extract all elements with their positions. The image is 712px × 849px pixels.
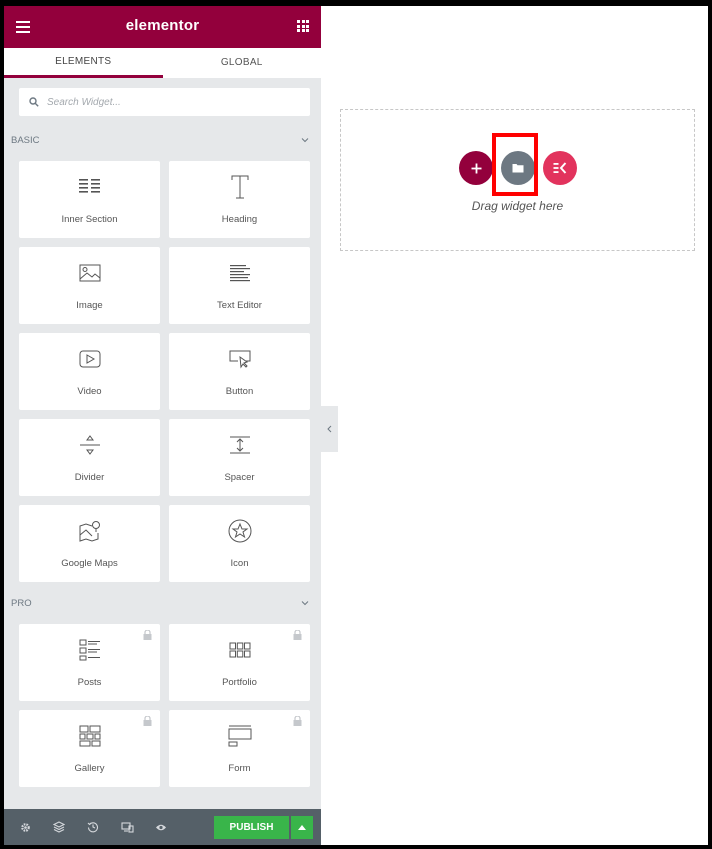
category-pro-header[interactable]: PRO <box>4 589 321 617</box>
widget-image[interactable]: Image <box>19 247 160 324</box>
widget-posts[interactable]: Posts <box>19 624 160 701</box>
widget-label: Form <box>228 763 251 774</box>
plus-icon <box>471 163 481 173</box>
widget-google-maps[interactable]: Google Maps <box>19 505 160 582</box>
elementskit-button[interactable] <box>543 151 577 185</box>
search-box <box>19 88 310 116</box>
star-icon <box>228 519 251 543</box>
basic-widgets-grid: Inner Section Heading Image Text Editor … <box>4 154 321 589</box>
widget-icon[interactable]: Icon <box>169 505 310 582</box>
widget-label: Spacer <box>224 472 255 483</box>
inner-section-icon <box>78 179 100 193</box>
elements-panel: elementor ELEMENTS GLOBAL BASIC Inner Se… <box>4 6 321 845</box>
button-icon <box>229 350 250 369</box>
highlight-annotation-box <box>492 133 538 196</box>
widget-text-editor[interactable]: Text Editor <box>169 247 310 324</box>
widget-form[interactable]: Form <box>169 710 310 787</box>
form-icon <box>228 725 251 747</box>
widget-gallery[interactable]: Gallery <box>19 710 160 787</box>
widget-label: Image <box>76 300 103 311</box>
pro-widgets-grid: Posts Portfolio Gallery Form <box>4 617 321 794</box>
search-input[interactable] <box>45 95 269 109</box>
widget-label: Google Maps <box>61 558 118 569</box>
preview-eye-icon[interactable] <box>148 809 174 845</box>
history-icon[interactable] <box>80 809 106 845</box>
brand-logo: elementor <box>125 17 200 34</box>
empty-section-dropzone[interactable]: Drag widget here <box>340 109 695 251</box>
widget-label: Button <box>225 386 254 397</box>
panel-header: elementor <box>4 6 321 48</box>
widget-video[interactable]: Video <box>19 333 160 410</box>
add-section-button[interactable] <box>459 151 493 185</box>
editor-window: elementor ELEMENTS GLOBAL BASIC Inner Se… <box>4 6 708 845</box>
divider-icon <box>79 435 100 455</box>
widget-label: Video <box>77 386 102 397</box>
google-maps-icon <box>79 521 100 542</box>
category-label: BASIC <box>11 134 40 146</box>
tab-global[interactable]: GLOBAL <box>163 48 322 78</box>
widget-button[interactable]: Button <box>169 333 310 410</box>
widget-label: Divider <box>74 472 105 483</box>
chevron-down-icon <box>301 601 309 606</box>
panel-tabs: ELEMENTS GLOBAL <box>4 48 321 78</box>
drag-widget-hint: Drag widget here <box>471 199 564 213</box>
publish-options-caret-icon[interactable] <box>291 816 313 839</box>
apps-grid-icon[interactable] <box>297 20 309 32</box>
category-label: PRO <box>11 597 32 609</box>
text-editor-icon <box>229 265 250 282</box>
widget-label: Inner Section <box>61 214 118 225</box>
widget-label: Heading <box>221 214 258 225</box>
gallery-icon <box>79 725 100 747</box>
widget-label: Posts <box>77 677 102 688</box>
chevron-down-icon <box>301 138 309 143</box>
collapse-panel-handle[interactable] <box>321 406 338 452</box>
widget-label: Text Editor <box>217 300 262 311</box>
category-basic-header[interactable]: BASIC <box>4 126 321 154</box>
widget-inner-section[interactable]: Inner Section <box>19 161 160 238</box>
heading-icon <box>231 175 248 199</box>
tab-elements[interactable]: ELEMENTS <box>4 48 163 78</box>
widget-label: Portfolio <box>222 677 257 688</box>
widget-label: Icon <box>230 558 249 569</box>
portfolio-icon <box>229 642 250 658</box>
video-icon <box>79 350 100 368</box>
navigator-layers-icon[interactable] <box>46 809 72 845</box>
posts-icon <box>79 639 100 661</box>
search-icon <box>29 97 39 107</box>
image-icon <box>79 264 100 282</box>
panel-footer: PUBLISH <box>4 809 321 845</box>
responsive-mode-icon[interactable] <box>114 809 140 845</box>
spacer-icon <box>229 436 250 454</box>
widget-spacer[interactable]: Spacer <box>169 419 310 496</box>
widget-divider[interactable]: Divider <box>19 419 160 496</box>
publish-button[interactable]: PUBLISH <box>214 816 289 839</box>
widget-heading[interactable]: Heading <box>169 161 310 238</box>
elementskit-icon <box>553 162 567 174</box>
chevron-left-icon <box>327 425 332 433</box>
widget-portfolio[interactable]: Portfolio <box>169 624 310 701</box>
settings-gear-icon[interactable] <box>12 809 38 845</box>
widget-label: Gallery <box>74 763 105 774</box>
